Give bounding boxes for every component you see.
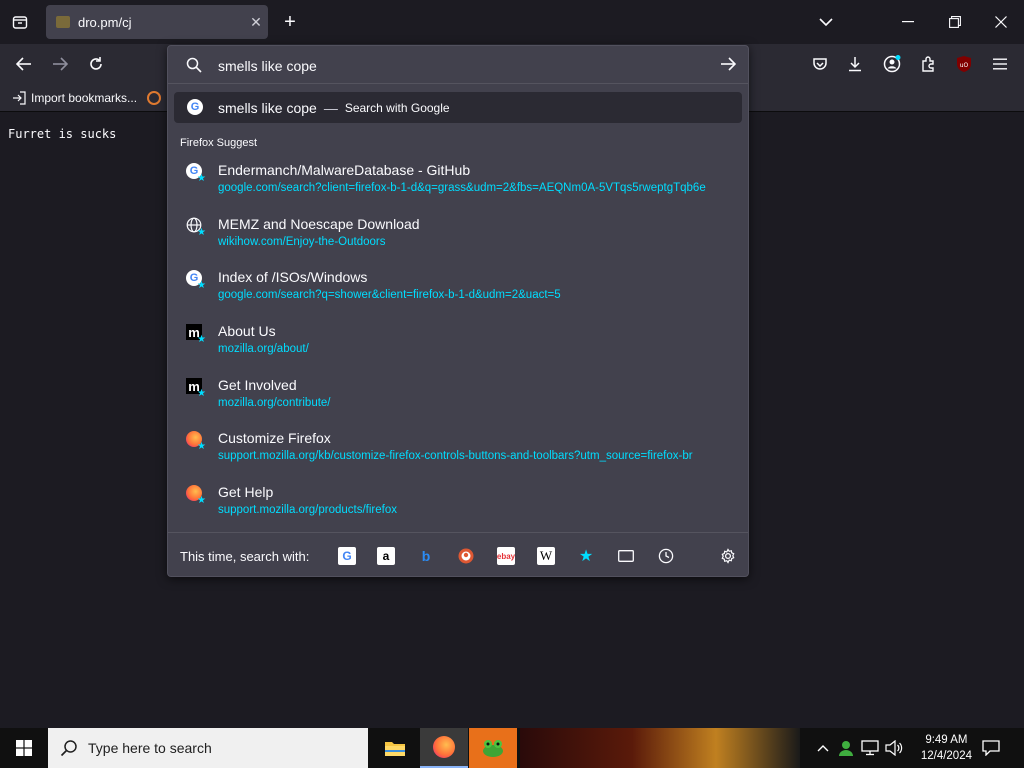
taskbar-search-box[interactable]: Type here to search (48, 728, 368, 768)
bookmark-star-icon: ★ (197, 280, 206, 291)
tab-favicon-icon (56, 16, 70, 28)
go-arrow-icon[interactable] (720, 55, 737, 76)
history-search-icon[interactable] (657, 547, 675, 565)
bookmarks-search-icon[interactable]: ★ (577, 547, 595, 565)
bing-engine-icon[interactable]: b (417, 547, 435, 565)
suggestion-url: support.mozilla.org/products/firefox (218, 504, 397, 516)
suggestion-row[interactable]: G ★ Index of /ISOs/Windows google.com/se… (168, 266, 748, 318)
back-icon[interactable] (12, 52, 36, 76)
taskbar-clock[interactable]: 9:49 AM 12/4/2024 (921, 732, 972, 764)
firefox-taskbar-icon[interactable] (420, 728, 468, 768)
suggestion-url: google.com/search?client=firefox-b-1-d&q… (218, 182, 706, 194)
file-explorer-icon[interactable] (371, 728, 419, 768)
people-tray-icon[interactable] (836, 738, 856, 758)
suggestion-row[interactable]: ★ MEMZ and Noescape Download wikihow.com… (168, 213, 748, 265)
search-icon (186, 57, 202, 78)
restore-icon[interactable] (943, 10, 967, 34)
tab-active[interactable]: dro.pm/cj ✕ (46, 5, 268, 39)
network-icon[interactable] (860, 738, 880, 758)
forward-icon[interactable] (48, 52, 72, 76)
search-engine-footer: This time, search with: G a b ebay W ★ (168, 532, 748, 576)
clock-time: 9:49 AM (925, 734, 968, 746)
bookmark-star-icon: ★ (197, 441, 206, 452)
list-all-tabs-icon[interactable] (8, 10, 32, 34)
firefox-suggest-heading: Firefox Suggest (180, 137, 258, 149)
suggestion-row[interactable]: ★ Get Help support.mozilla.org/products/… (168, 481, 748, 533)
urlbar-input[interactable]: smells like cope (218, 58, 317, 74)
reload-icon[interactable] (84, 52, 108, 76)
menu-icon[interactable] (988, 52, 1012, 76)
tabs-search-icon[interactable] (617, 547, 635, 565)
windows-taskbar: Type here to search 9:49 AM 12/4/2024 (0, 728, 1024, 768)
suggestion-title: About Us (218, 323, 276, 339)
extensions-icon[interactable] (916, 52, 940, 76)
search-with-google-row[interactable]: G smells like cope — Search with Google (174, 92, 742, 123)
suggestion-url: support.mozilla.org/kb/customize-firefox… (218, 450, 693, 462)
suggestion-title: MEMZ and Noescape Download (218, 216, 420, 232)
suggestion-url: mozilla.org/about/ (218, 343, 309, 355)
import-bookmarks-icon (12, 90, 26, 105)
search-separator: — (323, 99, 338, 116)
account-icon[interactable] (880, 52, 904, 76)
urlbar-popup: smells like cope G smells like cope — Se… (167, 45, 749, 577)
tab-title: dro.pm/cj (78, 14, 132, 30)
show-hidden-icons-chevron-icon[interactable] (814, 738, 832, 758)
game-app-taskbar-icon[interactable] (469, 728, 517, 768)
suggestion-title: Index of /ISOs/Windows (218, 269, 368, 285)
search-with-label: This time, search with: (180, 549, 310, 564)
suggestion-row[interactable]: ★ Customize Firefox support.mozilla.org/… (168, 427, 748, 479)
tab-strip: dro.pm/cj ✕ + (0, 0, 1024, 44)
page-body-text: Furret is sucks (8, 127, 117, 141)
search-settings-gear-icon[interactable] (719, 547, 737, 565)
new-tab-icon[interactable]: + (278, 10, 302, 34)
svg-text:uO: uO (960, 62, 969, 69)
bookmark-star-icon: ★ (197, 388, 206, 399)
close-tab-icon[interactable]: ✕ (244, 14, 268, 31)
suggestion-title: Get Involved (218, 377, 297, 393)
google-engine-icon[interactable]: G (338, 547, 356, 565)
suggestion-title: Get Help (218, 484, 274, 500)
duckduckgo-engine-icon[interactable] (457, 547, 475, 565)
pocket-icon[interactable] (808, 52, 832, 76)
suggestion-url: mozilla.org/contribute/ (218, 397, 331, 409)
wikipedia-engine-icon[interactable]: W (537, 547, 555, 565)
volume-icon[interactable] (884, 738, 904, 758)
minimize-icon[interactable] (896, 10, 920, 34)
bookmark-star-icon: ★ (197, 173, 206, 184)
chevron-down-icon[interactable] (814, 10, 838, 34)
suggestion-row[interactable]: m ★ About Us mozilla.org/about/ (168, 320, 748, 372)
amazon-engine-icon[interactable]: a (377, 547, 395, 565)
ublock-origin-icon[interactable]: uO (952, 52, 976, 76)
suggestion-url: google.com/search?q=shower&client=firefo… (218, 289, 561, 301)
bookmark-star-icon: ★ (197, 334, 206, 345)
notification-center-icon[interactable] (980, 738, 1002, 758)
close-window-icon[interactable] (989, 10, 1013, 34)
google-icon: G (187, 99, 203, 115)
ebay-engine-icon[interactable]: ebay (497, 547, 515, 565)
search-icon (60, 739, 78, 757)
bookmark-star-icon: ★ (197, 495, 206, 506)
downloads-icon[interactable] (843, 52, 867, 76)
suggestion-title: Endermanch/MalwareDatabase - GitHub (218, 162, 471, 178)
bookmark-favicon-icon[interactable] (147, 90, 162, 105)
taskbar-search-placeholder: Type here to search (88, 740, 212, 756)
import-bookmarks-link[interactable]: Import bookmarks... (31, 91, 137, 105)
suggestion-row[interactable]: G ★ Endermanch/MalwareDatabase - GitHub … (168, 159, 748, 211)
suggestion-row[interactable]: m ★ Get Involved mozilla.org/contribute/ (168, 374, 748, 426)
suggestion-url: wikihow.com/Enjoy-the-Outdoors (218, 236, 386, 248)
search-query: smells like cope (218, 99, 317, 116)
suggestion-title: Customize Firefox (218, 430, 331, 446)
search-action-label: Search with Google (344, 100, 450, 115)
clock-date: 12/4/2024 (920, 750, 972, 762)
bookmark-star-icon: ★ (197, 227, 206, 238)
taskbar-wallpaper-strip (520, 728, 800, 768)
windows-start-icon[interactable] (0, 728, 48, 768)
urlbar[interactable]: smells like cope (168, 46, 748, 84)
